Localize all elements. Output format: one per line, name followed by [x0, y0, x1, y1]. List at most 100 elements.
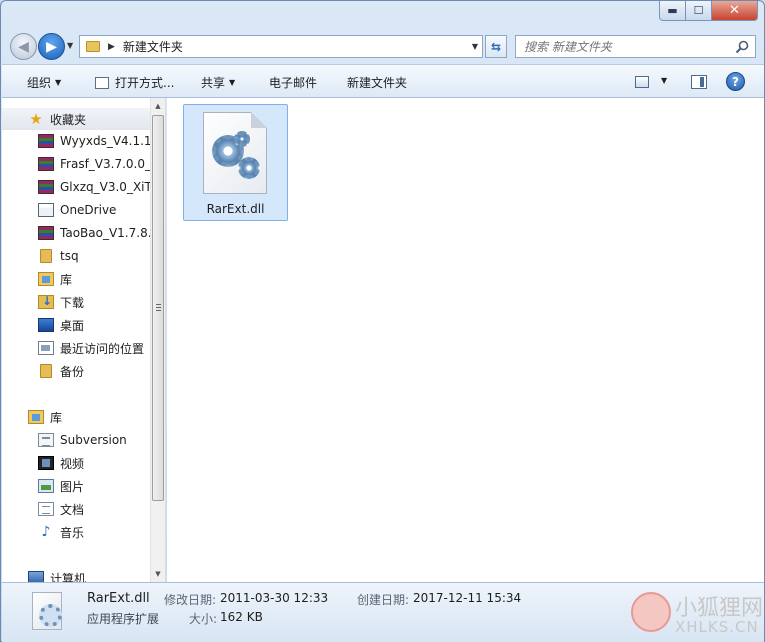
- nav-item-documents[interactable]: 文档: [2, 498, 150, 520]
- nav-item-label: Wyyxds_V4.1.1.3: [60, 134, 150, 148]
- nav-libraries-label: 库: [50, 410, 63, 425]
- command-bar: 组织 ▼ 打开方式... 共享 ▼ 电子邮件 新建文件夹 ▼ ?: [2, 64, 764, 98]
- scroll-up-icon[interactable]: ▲: [151, 98, 165, 114]
- breadcrumb-current[interactable]: 新建文件夹: [123, 38, 183, 55]
- nav-item-label: tsq: [60, 249, 79, 263]
- grip-icon: [156, 304, 161, 311]
- scroll-down-icon[interactable]: ▼: [151, 566, 165, 582]
- nav-item-glxzq[interactable]: Glxzq_V3.0_XiTo: [2, 176, 150, 198]
- fox-logo-icon: [631, 592, 671, 632]
- computer-icon: [28, 571, 44, 582]
- dll-gear-icon: [32, 592, 62, 630]
- video-icon: [38, 456, 54, 470]
- nav-item-onedrive[interactable]: OneDrive: [2, 199, 150, 221]
- refresh-icon: ⇆: [490, 39, 502, 54]
- folder-icon: [40, 364, 52, 378]
- nav-item-label: Frasf_V3.7.0.0_Xi: [60, 157, 150, 171]
- file-item[interactable]: RarExt.dll: [183, 104, 288, 221]
- library-icon: [28, 410, 44, 424]
- nav-item-tsq[interactable]: tsq: [2, 245, 150, 267]
- help-icon[interactable]: ?: [726, 72, 745, 91]
- nav-item-recent[interactable]: 最近访问的位置: [2, 337, 150, 359]
- nav-item-label: 桌面: [60, 318, 85, 333]
- new-folder-button[interactable]: 新建文件夹: [347, 74, 407, 91]
- share-button[interactable]: 共享 ▼: [201, 74, 235, 91]
- watermark-domain: XHLKS.CN: [675, 618, 759, 636]
- recent-pages-dropdown[interactable]: ▼: [67, 41, 73, 50]
- share-label: 共享: [201, 76, 226, 90]
- nav-item-backup[interactable]: 备份: [2, 360, 150, 382]
- onedrive-icon: [38, 203, 54, 217]
- pictures-icon: [38, 479, 54, 493]
- modified-value: 2011-03-30 12:33: [220, 591, 329, 605]
- gear-icon: [234, 131, 250, 147]
- nav-item-label: TaoBao_V1.7.8.0: [60, 226, 150, 240]
- nav-item-frasf[interactable]: Frasf_V3.7.0.0_Xi: [2, 153, 150, 175]
- rar-icon: [38, 226, 54, 240]
- nav-favorites-label: 收藏夹: [50, 112, 87, 127]
- breadcrumb-separator-icon[interactable]: ▶: [108, 42, 115, 52]
- address-bar[interactable]: ▶ 新建文件夹 ▼: [79, 35, 483, 58]
- documents-icon: [38, 502, 54, 516]
- nav-item-wyyxds[interactable]: Wyyxds_V4.1.1.3: [2, 130, 150, 152]
- preview-pane-icon[interactable]: [691, 75, 707, 89]
- close-button[interactable]: ✕: [712, 1, 758, 21]
- explorer-window: ▬ ☐ ✕ ◀ ▶ ▼ ▶ 新建文件夹 ▼ ⇆ 组织 ▼ 打开方式... 共享 …: [0, 0, 765, 642]
- minimize-button[interactable]: ▬: [659, 1, 686, 21]
- nav-item-subversion[interactable]: Subversion: [2, 429, 150, 451]
- scrollbar-thumb[interactable]: [152, 115, 164, 501]
- open-with-icon: [95, 76, 109, 89]
- nav-item-label: 备份: [60, 364, 85, 379]
- nav-item-label: 文档: [60, 502, 85, 517]
- nav-libraries[interactable]: 库: [2, 406, 150, 428]
- nav-computer-label: 计算机: [50, 571, 87, 583]
- refresh-button[interactable]: ⇆: [485, 35, 507, 58]
- back-arrow-icon: ◀: [18, 38, 29, 55]
- forward-button[interactable]: ▶: [38, 33, 65, 60]
- search-input[interactable]: [516, 39, 716, 54]
- rar-icon: [38, 134, 54, 148]
- recent-places-icon: [38, 341, 54, 355]
- maximize-button[interactable]: ☐: [686, 1, 712, 21]
- nav-computer[interactable]: 计算机: [2, 567, 150, 582]
- library-icon: [38, 272, 54, 286]
- nav-item-videos[interactable]: 视频: [2, 452, 150, 474]
- email-button[interactable]: 电子邮件: [269, 74, 317, 91]
- details-file-type: 应用程序扩展: [87, 612, 160, 626]
- details-file-name: RarExt.dll: [87, 591, 150, 606]
- download-icon: [38, 294, 54, 309]
- search-icon[interactable]: [735, 40, 749, 54]
- created-label: 创建日期:: [357, 593, 410, 607]
- view-options-dropdown[interactable]: ▼: [661, 76, 667, 85]
- nav-favorites[interactable]: ★ 收藏夹: [2, 108, 150, 130]
- nav-item-downloads[interactable]: 下载: [2, 291, 150, 313]
- nav-item-label: 最近访问的位置: [60, 341, 145, 356]
- nav-item-library[interactable]: 库: [2, 268, 150, 290]
- rar-icon: [38, 157, 54, 171]
- nav-item-label: 图片: [60, 479, 85, 494]
- back-button[interactable]: ◀: [10, 33, 37, 60]
- svn-icon: [38, 433, 54, 447]
- nav-item-pictures[interactable]: 图片: [2, 475, 150, 497]
- nav-item-taobao[interactable]: TaoBao_V1.7.8.0: [2, 222, 150, 244]
- address-history-dropdown[interactable]: ▼: [472, 42, 478, 51]
- watermark: 小狐狸网 XHLKS.CN: [631, 586, 763, 641]
- chevron-down-icon: ▼: [55, 78, 62, 87]
- organize-button[interactable]: 组织 ▼: [27, 74, 61, 91]
- nav-item-label: 下载: [60, 295, 85, 310]
- change-view-icon[interactable]: [635, 76, 649, 88]
- forward-arrow-icon: ▶: [46, 38, 57, 55]
- nav-item-label: Subversion: [60, 433, 127, 447]
- size-value: 162 KB: [220, 610, 263, 624]
- desktop-icon: [38, 318, 54, 332]
- file-list[interactable]: RarExt.dll: [167, 98, 764, 582]
- search-box[interactable]: [515, 35, 756, 58]
- nav-item-music[interactable]: ♪ 音乐: [2, 521, 150, 543]
- nav-scrollbar[interactable]: ▲ ▼: [150, 98, 165, 582]
- nav-item-desktop[interactable]: 桌面: [2, 314, 150, 336]
- music-icon: ♪: [41, 524, 51, 540]
- open-with-button[interactable]: 打开方式...: [95, 74, 174, 91]
- new-folder-label: 新建文件夹: [347, 76, 408, 90]
- nav-item-label: OneDrive: [60, 203, 117, 217]
- navigation-pane: ★ 收藏夹 Wyyxds_V4.1.1.3 Frasf_V3.7.0.0_Xi …: [2, 98, 166, 582]
